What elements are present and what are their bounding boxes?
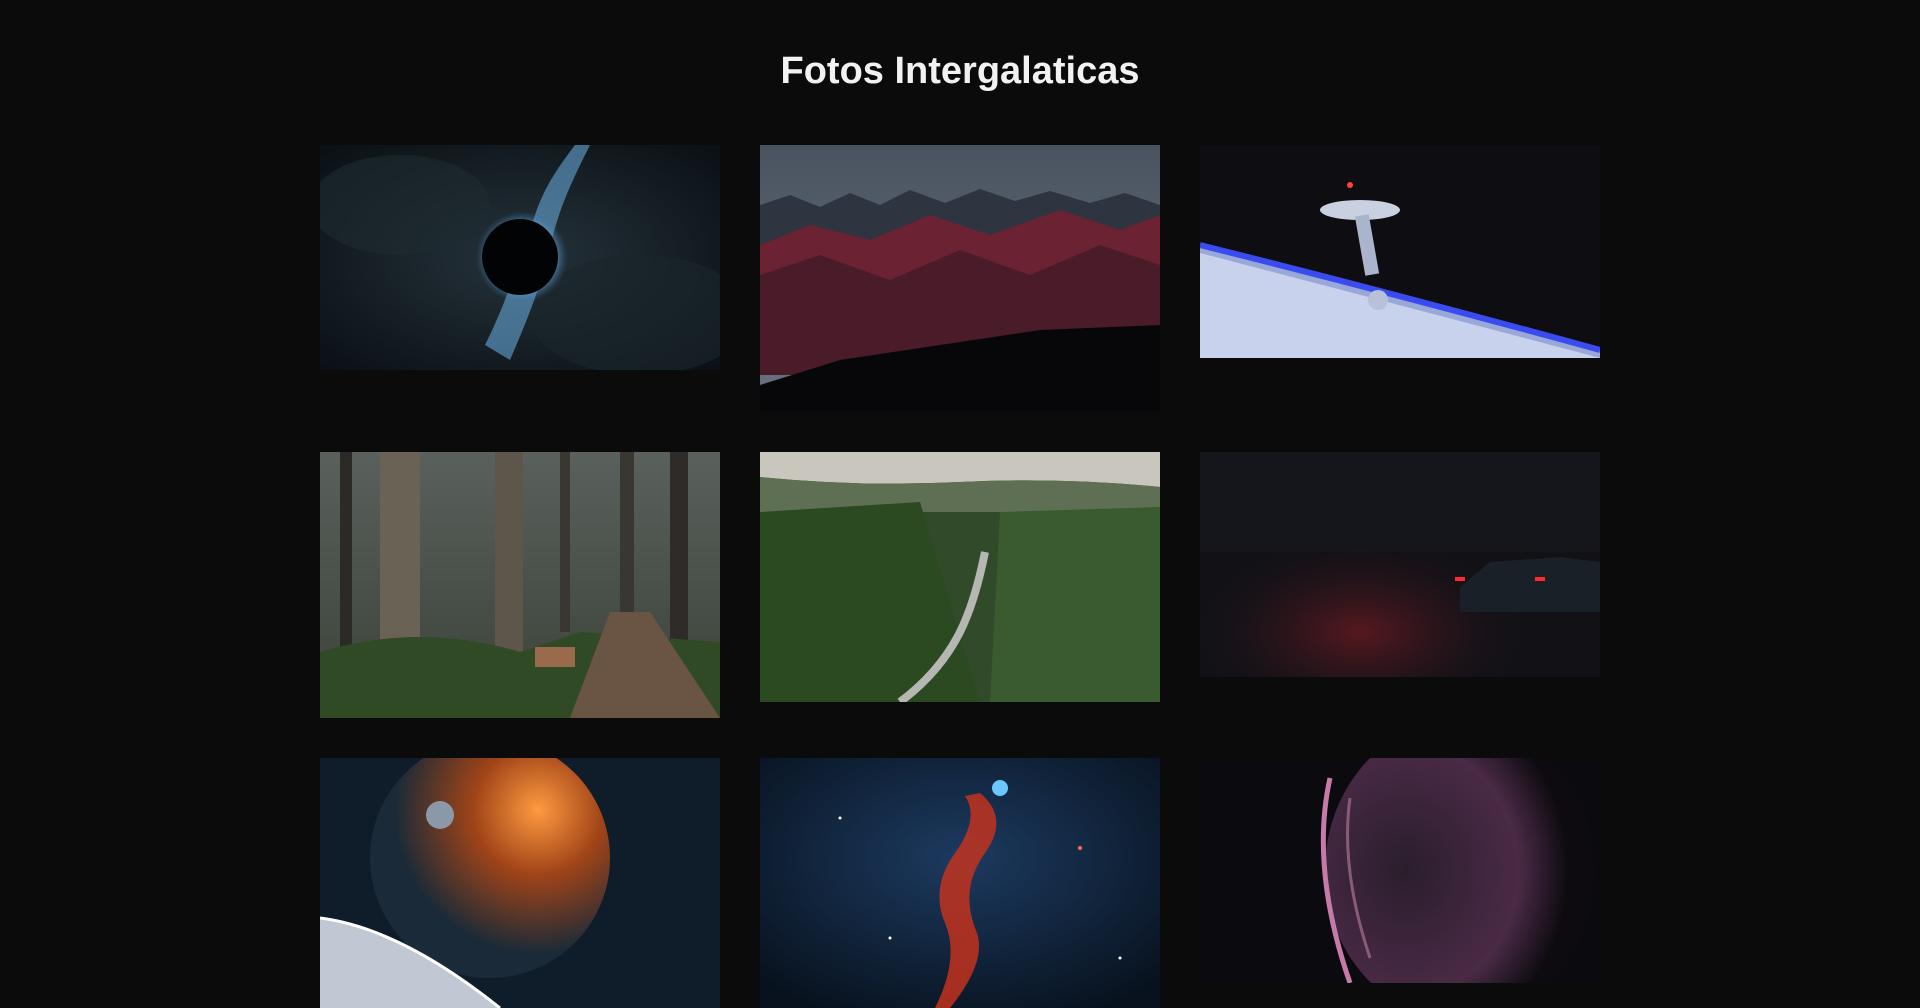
gallery-photo-planets[interactable]	[320, 758, 720, 1008]
gallery-photo-black-hole[interactable]	[320, 145, 720, 370]
gallery-photo-forest-trail[interactable]	[320, 452, 720, 718]
nebula-image	[760, 758, 1160, 1008]
gallery-photo-forest-road[interactable]	[760, 452, 1160, 702]
gallery-photo-nebula[interactable]	[760, 758, 1160, 1008]
forest-road-image	[760, 452, 1160, 702]
mountains-image	[760, 145, 1160, 411]
gallery-photo-mountains[interactable]	[760, 145, 1160, 411]
black-hole-image	[320, 145, 720, 370]
purple-planet-image	[1200, 758, 1600, 983]
planets-image	[320, 758, 720, 1008]
page-title: Fotos Intergalaticas	[780, 50, 1140, 92]
gallery-photo-space-station[interactable]	[1200, 145, 1600, 358]
space-station-image	[1200, 145, 1600, 358]
forest-trail-image	[320, 452, 720, 718]
gallery-photo-purple-planet[interactable]	[1200, 758, 1600, 983]
gallery-photo-night-car[interactable]	[1200, 452, 1600, 677]
night-car-image	[1200, 452, 1600, 677]
